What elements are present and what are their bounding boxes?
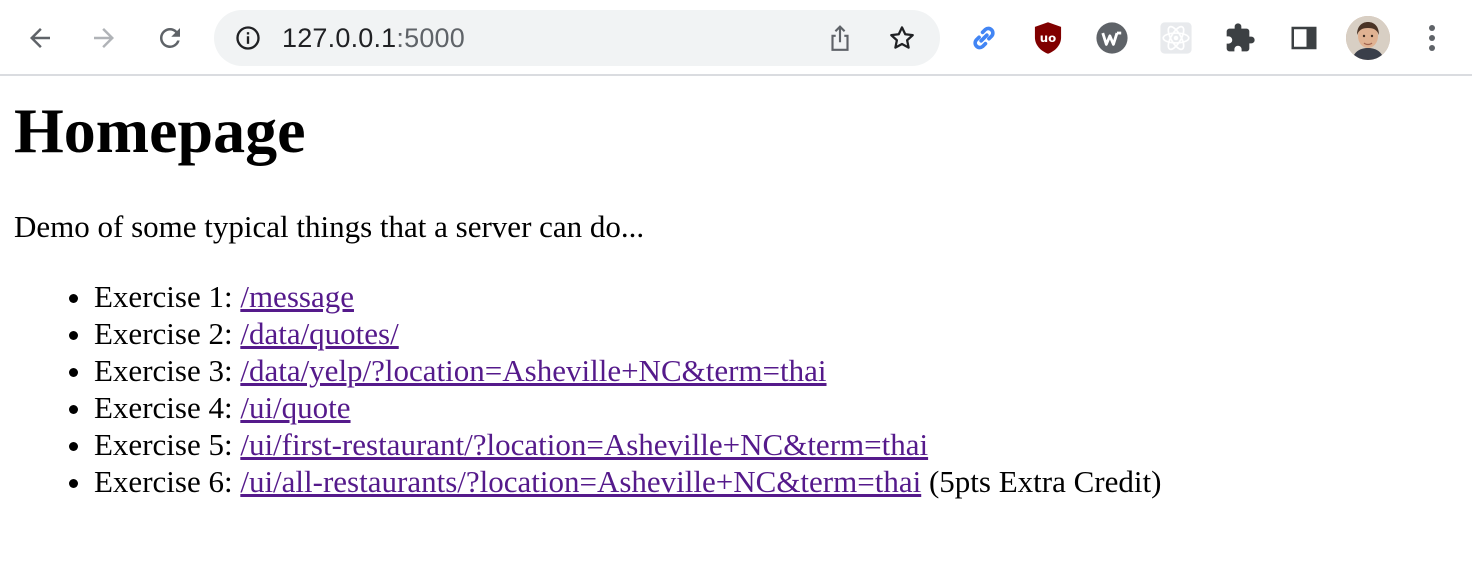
page-title: Homepage [14,95,306,166]
exercise-link-quotes[interactable]: /data/quotes/ [240,316,398,351]
exercise-link-yelp[interactable]: /data/yelp/?location=Asheville+NC&term=t… [240,353,826,388]
exercise-link-message[interactable]: /message [240,279,354,314]
list-item: Exercise 4: /ui/quote [94,389,1161,426]
back-icon[interactable] [20,18,60,58]
bookmark-star-icon[interactable] [884,22,920,54]
list-item: Exercise 3: /data/yelp/?location=Ashevil… [94,352,1161,389]
exercise-link-ui-quote[interactable]: /ui/quote [240,390,350,425]
browser-toolbar: 127.0.0.1:5000 uo [0,0,1472,76]
share-icon[interactable] [822,22,858,54]
reload-icon[interactable] [150,18,190,58]
react-devtools-icon[interactable] [1156,18,1196,58]
exercise-list: Exercise 1: /message Exercise 2: /data/q… [14,278,1161,500]
link-extension-icon[interactable] [964,18,1004,58]
list-item: Exercise 5: /ui/first-restaurant/?locati… [94,426,1161,463]
w-extension-icon[interactable] [1092,18,1132,58]
exercise-label: Exercise 1: [94,279,241,314]
intro-text: Demo of some typical things that a serve… [14,209,645,244]
exercise-label: Exercise 4: [94,390,241,425]
ublock-extension-icon[interactable]: uo [1028,18,1068,58]
svg-text:uo: uo [1040,31,1056,45]
exercise-label: Exercise 5: [94,427,241,462]
exercise-label: Exercise 2: [94,316,241,351]
forward-icon[interactable] [84,18,124,58]
list-item: Exercise 1: /message [94,278,1161,315]
exercise-link-all-restaurants[interactable]: /ui/all-restaurants/?location=Asheville+… [240,464,921,499]
side-panel-icon[interactable] [1284,18,1324,58]
url-port: :5000 [396,23,465,53]
url-host: 127.0.0.1 [282,23,397,53]
site-info-icon[interactable] [232,22,264,54]
extensions-puzzle-icon[interactable] [1220,18,1260,58]
list-item: Exercise 2: /data/quotes/ [94,315,1161,352]
address-bar[interactable]: 127.0.0.1:5000 [214,10,940,66]
url-text[interactable]: 127.0.0.1:5000 [282,23,465,53]
list-item: Exercise 6: /ui/all-restaurants/?locatio… [94,463,1161,500]
profile-avatar[interactable] [1346,16,1390,60]
menu-kebab-icon[interactable] [1412,18,1452,58]
extra-credit-note: (5pts Extra Credit) [921,464,1162,499]
exercise-link-first-restaurant[interactable]: /ui/first-restaurant/?location=Asheville… [240,427,928,462]
exercise-label: Exercise 6: [94,464,241,499]
exercise-label: Exercise 3: [94,353,241,388]
